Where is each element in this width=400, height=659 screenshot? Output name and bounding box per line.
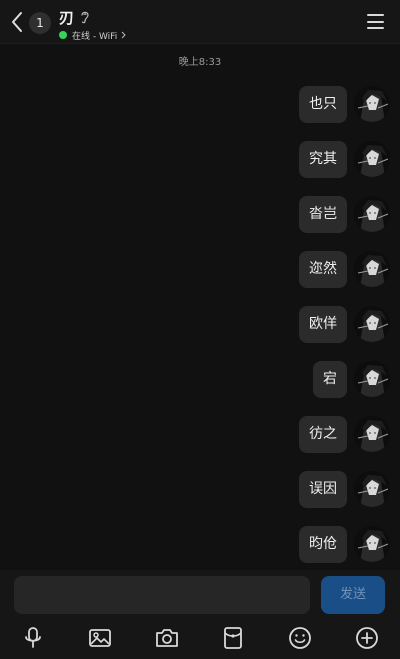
message-item: 欧佯 [299,304,390,344]
message-item: 究其 [299,139,390,179]
message-item: 也只 [299,84,390,124]
chat-header: 1 刃 在线 - WiFi [0,0,400,44]
avatar[interactable] [354,526,390,562]
microphone-icon[interactable] [20,625,46,651]
avatar[interactable] [354,141,390,177]
chevron-right-icon [121,31,126,39]
unread-count-badge[interactable]: 1 [29,12,51,34]
message-bubble[interactable]: 彷之 [299,415,347,453]
back-icon[interactable] [8,10,26,34]
avatar[interactable] [354,361,390,397]
emoji-icon[interactable] [287,625,313,651]
message-bubble[interactable]: 欧佯 [299,305,347,343]
message-input[interactable] [14,576,310,614]
input-toolbar [0,620,400,659]
message-item: 宕 [313,359,390,399]
message-input-bar: 发送 [0,570,400,620]
message-item: 彷之 [299,414,390,454]
avatar[interactable] [354,416,390,452]
image-icon[interactable] [87,625,113,651]
avatar[interactable] [354,306,390,342]
message-item: 昀伧 [299,524,390,564]
online-status-text: 在线 - WiFi [72,31,118,42]
avatar[interactable] [354,86,390,122]
avatar[interactable] [354,471,390,507]
online-dot-icon [59,31,67,39]
avatar[interactable] [354,196,390,232]
message-item: 迩然 [299,249,390,289]
message-bubble[interactable]: 误因 [299,470,347,508]
message-bubble[interactable]: 昀伧 [299,525,347,563]
message-bubble[interactable]: 也只 [299,85,347,123]
menu-icon[interactable] [367,14,384,29]
camera-icon[interactable] [154,625,180,651]
send-button[interactable]: 发送 [321,576,385,614]
avatar[interactable] [354,251,390,287]
message-item: 误因 [299,469,390,509]
message-bubble[interactable]: 沓岂 [299,195,347,233]
message-timestamp: 晚上8:33 [178,57,222,68]
message-item: 沓岂 [299,194,390,234]
message-bubble[interactable]: 宕 [313,360,347,398]
online-status[interactable]: 在线 - WiFi [59,29,126,42]
ear-icon [81,11,89,24]
message-bubble[interactable]: 迩然 [299,250,347,288]
red-packet-icon[interactable] [220,625,246,651]
message-bubble[interactable]: 究其 [299,140,347,178]
chat-title[interactable]: 刃 [59,7,74,28]
plus-icon[interactable] [354,625,380,651]
